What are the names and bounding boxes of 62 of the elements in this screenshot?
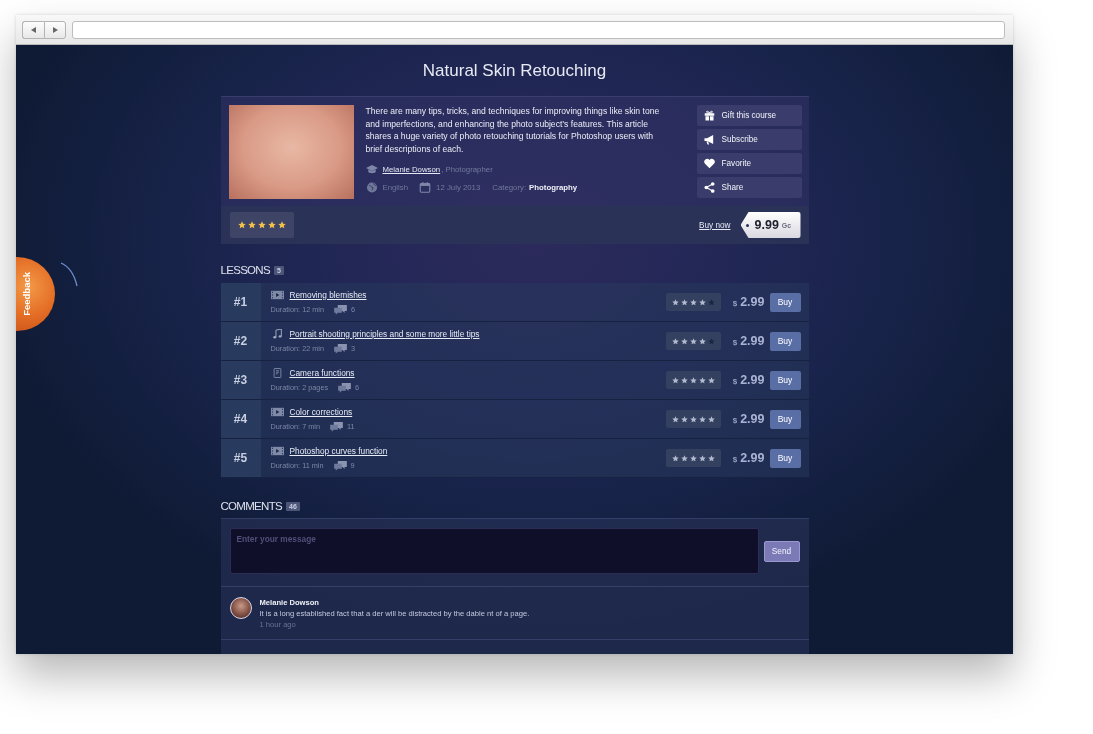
speech-bubbles-icon xyxy=(338,382,352,393)
address-field[interactable] xyxy=(72,20,1005,39)
buy-now-link[interactable]: Buy now xyxy=(699,220,731,230)
course-action-button[interactable]: Subscribe xyxy=(696,129,802,150)
lesson-price: 2.99 xyxy=(740,412,765,426)
course-action-button[interactable]: Favorite xyxy=(696,153,802,174)
lesson-price: 2.99 xyxy=(740,373,765,387)
lesson-price: 2.99 xyxy=(740,295,765,309)
currency-symbol: $ xyxy=(732,455,738,464)
buy-button[interactable]: Buy xyxy=(769,370,801,390)
speech-bubbles-icon xyxy=(330,421,343,432)
lesson-title-link[interactable]: Camera functions xyxy=(289,367,355,378)
forward-button[interactable] xyxy=(44,20,66,39)
lesson-number: #2 xyxy=(220,322,261,360)
section-heading: COMMENTS xyxy=(220,499,282,513)
lesson-title-link[interactable]: Photoshop curves function xyxy=(289,445,388,456)
share-icon xyxy=(703,182,715,194)
forward-arrow-icon xyxy=(52,26,58,33)
buy-button[interactable]: Buy xyxy=(769,292,801,312)
lesson-number: #3 xyxy=(220,361,261,399)
film-icon xyxy=(270,445,284,456)
lesson-number: #4 xyxy=(220,400,261,438)
megaphone-icon xyxy=(703,133,715,145)
calendar-icon xyxy=(419,182,432,193)
lesson-number: #1 xyxy=(220,283,261,321)
back-arrow-icon xyxy=(31,26,36,33)
document-icon xyxy=(270,367,284,378)
avatar xyxy=(229,597,252,619)
currency-symbol: $ xyxy=(732,416,738,425)
film-icon xyxy=(270,289,284,300)
lesson-title-link[interactable]: Removing blemishes xyxy=(289,289,367,300)
send-button[interactable]: Send xyxy=(763,540,800,562)
speech-bubbles-icon xyxy=(333,460,347,471)
globe-icon xyxy=(365,182,378,193)
buy-button[interactable]: Buy xyxy=(769,331,801,351)
tag-hole-icon xyxy=(745,223,749,227)
lesson-price: 2.99 xyxy=(740,451,765,465)
back-button[interactable] xyxy=(22,20,44,39)
currency-symbol: $ xyxy=(732,377,738,386)
lesson-title-link[interactable]: Color corrections xyxy=(289,406,353,417)
buy-button[interactable]: Buy xyxy=(769,448,801,468)
section-heading: LESSONS xyxy=(220,263,270,277)
speech-bubbles-icon xyxy=(334,343,348,354)
currency-symbol: $ xyxy=(732,338,738,347)
message-field[interactable]: Enter your message xyxy=(229,528,759,574)
course-action-button[interactable]: Gift this course xyxy=(696,105,802,126)
lesson-number: #5 xyxy=(220,439,261,477)
lesson-title-link[interactable]: Portrait shooting principles and some more little tips xyxy=(289,328,480,339)
course-description: There are many tips, tricks, and techniques for improving things like skin tone and imperfections, and enhancing the photo subject’s features. This article shares a huge variety of photo retouching tutorials for Photoshop users with brief descriptions of each. xyxy=(365,105,661,155)
gift-icon xyxy=(703,109,715,121)
heart-icon xyxy=(703,158,715,170)
graduation-cap-icon xyxy=(365,163,378,175)
page-title: Natural Skin Retouching xyxy=(422,61,607,81)
music-note-icon xyxy=(270,328,284,339)
orbit-arc-icon xyxy=(60,262,78,287)
speech-bubbles-icon xyxy=(334,304,348,315)
buy-button[interactable]: Buy xyxy=(769,409,801,429)
currency-symbol: $ xyxy=(732,299,738,308)
course-action-button[interactable]: Share xyxy=(696,177,802,198)
course-price: 9.99 xyxy=(754,218,779,232)
lesson-price: 2.99 xyxy=(740,334,765,348)
film-icon xyxy=(270,406,284,417)
